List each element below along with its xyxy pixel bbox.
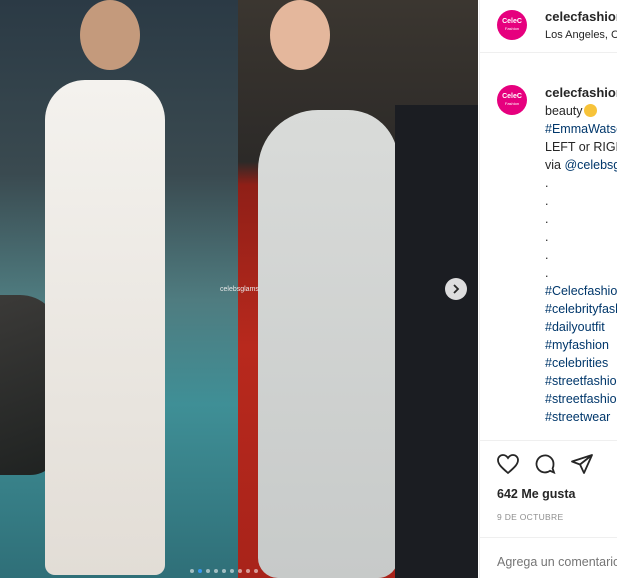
watermark: celebsglams	[220, 286, 259, 293]
action-bar	[496, 452, 594, 476]
post-header: CeleC Fashion celecfashion Los Angeles, …	[480, 0, 617, 53]
heart-eyes-emoji-icon	[583, 104, 597, 117]
carousel-dot	[230, 569, 234, 573]
caption-avatar-subtext: Fashion	[504, 101, 520, 106]
hashtag-link[interactable]: #streetwear	[545, 408, 617, 426]
hashtag-link[interactable]: #myfashion	[545, 336, 617, 354]
person-head-left	[80, 0, 140, 70]
hashtag-link[interactable]: #dailyoutfit	[545, 318, 617, 336]
post-sidebar: CeleC Fashion celecfashion Los Angeles, …	[479, 0, 617, 578]
divider	[480, 440, 617, 441]
caption-dot-line: .	[545, 230, 549, 244]
chevron-right-icon	[453, 284, 460, 294]
carousel-dot	[214, 569, 218, 573]
hashtag-emmawatson[interactable]: #EmmaWatson	[545, 120, 617, 138]
caption-line-3: LEFT or RIGHT	[545, 140, 617, 154]
carousel-dot	[198, 569, 202, 573]
hashtag-link[interactable]: #celebrities	[545, 354, 617, 372]
carousel-dot	[246, 569, 250, 573]
mention-celebsglams[interactable]: @celebsglams	[564, 158, 617, 172]
caption-text: beauty #EmmaWatson LEFT or RIGHT via @ce…	[545, 102, 617, 426]
hashtag-link[interactable]: #streetfashion	[545, 372, 617, 390]
avatar[interactable]: CeleC Fashion	[497, 10, 527, 40]
divider	[480, 537, 617, 538]
caption-dot-line: .	[545, 176, 549, 190]
hashtag-link[interactable]: #Celecfashion	[545, 282, 617, 300]
share-icon[interactable]	[570, 452, 594, 476]
hashtag-link[interactable]: #streetfashion	[545, 390, 617, 408]
caption-dot-line: .	[545, 212, 549, 226]
username[interactable]: celecfashion	[545, 9, 617, 24]
next-button[interactable]	[445, 278, 467, 300]
like-count[interactable]: 642 Me gusta	[497, 487, 576, 501]
location[interactable]: Los Angeles, California	[545, 29, 617, 41]
man-in-suit	[395, 105, 478, 578]
caption-username[interactable]: celecfashion	[545, 85, 617, 100]
carousel-dot	[238, 569, 242, 573]
avatar-subtext: Fashion	[504, 26, 520, 31]
post-image[interactable]: celebsglams	[0, 0, 478, 578]
caption-avatar[interactable]: CeleC Fashion	[497, 85, 527, 115]
caption-dot-line: .	[545, 248, 549, 262]
post-date[interactable]: 9 DE OCTUBRE	[497, 512, 563, 522]
carousel-dot	[206, 569, 210, 573]
caption-via: via	[545, 158, 565, 172]
comment-input[interactable]	[497, 555, 617, 569]
carousel-dot	[254, 569, 258, 573]
caption-dot-line: .	[545, 194, 549, 208]
carousel-dot	[222, 569, 226, 573]
hashtag-link[interactable]: #celebrityfashion	[545, 300, 617, 318]
caption-line-1: beauty	[545, 104, 583, 118]
person-head-right	[270, 0, 330, 70]
caption-dot-line: .	[545, 266, 549, 280]
carousel-dot	[190, 569, 194, 573]
carousel-dots	[190, 569, 258, 573]
white-dress-left	[45, 80, 165, 575]
heart-icon[interactable]	[496, 452, 520, 476]
caption-avatar-text: CeleC	[502, 93, 522, 100]
white-dress-right	[258, 110, 398, 578]
comment-icon[interactable]	[533, 452, 557, 476]
avatar-text: CeleC	[502, 18, 522, 25]
